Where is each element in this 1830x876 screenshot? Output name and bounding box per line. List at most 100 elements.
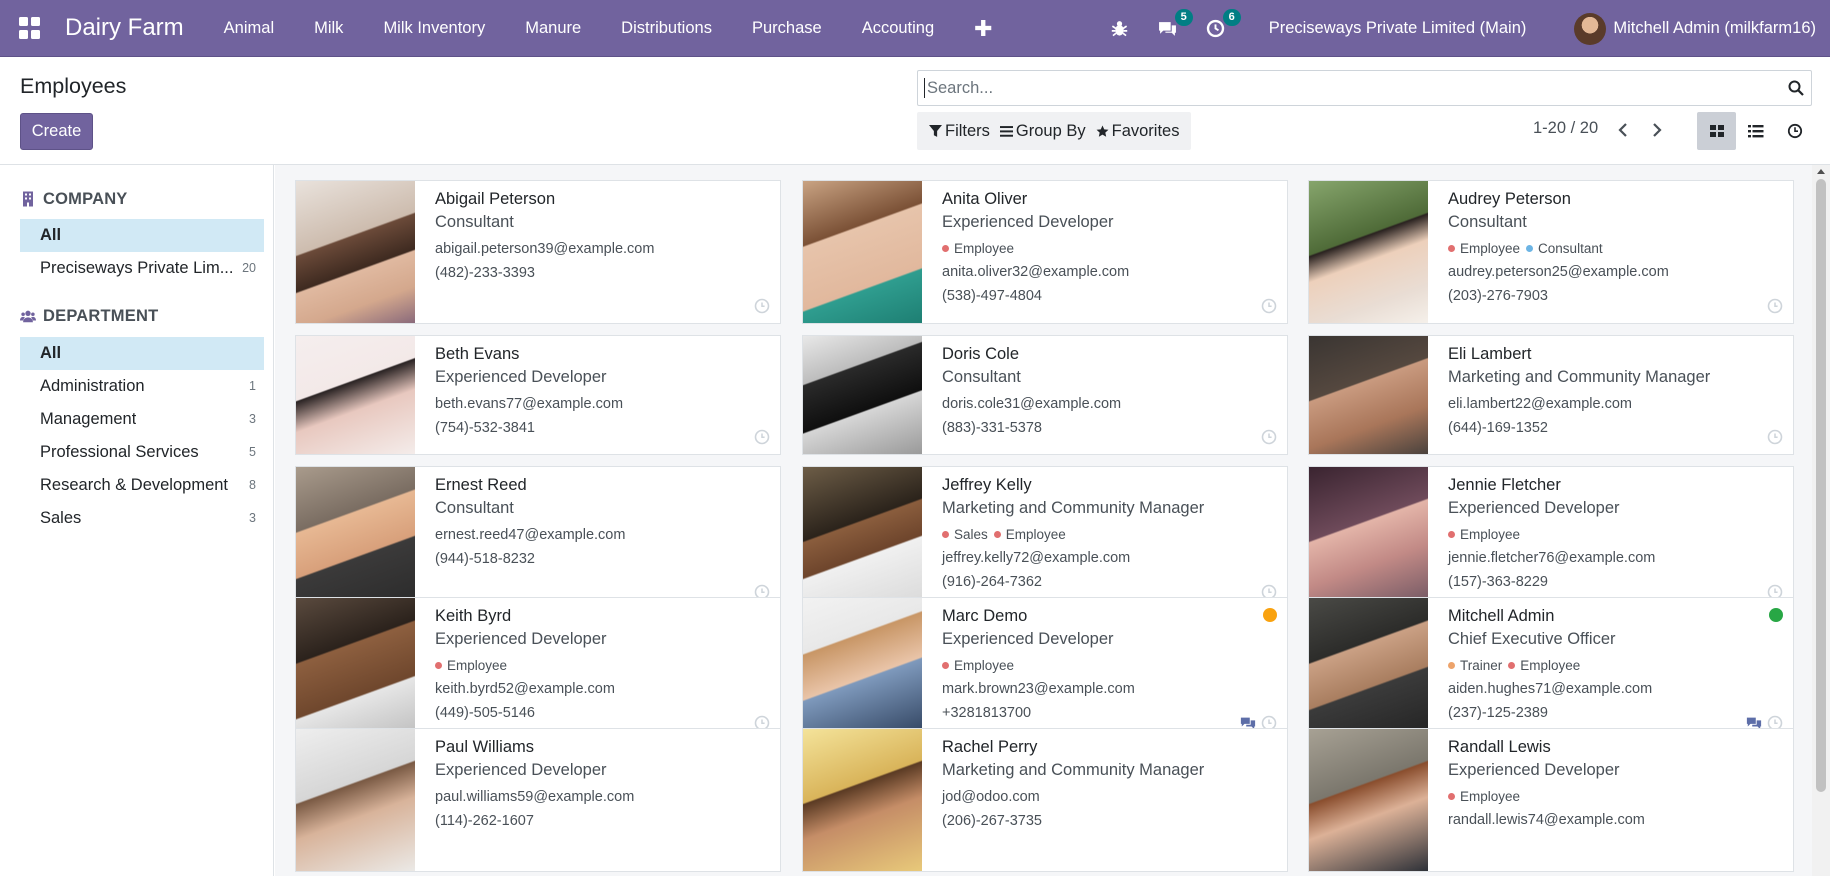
department-filter-administration[interactable]: Administration 1 bbox=[20, 370, 264, 403]
menu-accouting[interactable]: Accouting bbox=[842, 0, 954, 57]
chat-messages-icon[interactable]: 5 bbox=[1157, 8, 1193, 40]
employee-job-title: Consultant bbox=[942, 368, 1021, 386]
users-icon bbox=[20, 310, 36, 323]
employee-tag: Employee bbox=[435, 656, 507, 676]
activity-clock-icon[interactable] bbox=[754, 429, 770, 445]
employee-card[interactable]: Paul Williams Experienced Developer paul.w… bbox=[295, 728, 781, 872]
presence-status-icon bbox=[1263, 608, 1277, 622]
employee-phone: (157)-363-8229 bbox=[1448, 574, 1548, 590]
menu-animal[interactable]: Animal bbox=[204, 0, 294, 57]
user-menu[interactable]: Mitchell Admin (milkfarm16) bbox=[1574, 12, 1816, 45]
employee-card[interactable]: Anita Oliver Experienced Developer Employe… bbox=[802, 180, 1288, 324]
tag-color-dot bbox=[942, 531, 949, 538]
employee-card[interactable]: Audrey Peterson Consultant Employee Consult… bbox=[1308, 180, 1794, 324]
employee-card[interactable]: Jennie Fletcher Experienced Developer Empl… bbox=[1308, 466, 1794, 610]
pager-previous-icon[interactable] bbox=[1613, 119, 1633, 141]
activity-clock-icon[interactable]: 6 bbox=[1205, 8, 1241, 40]
company-filter-label: Preciseways Private Lim... bbox=[40, 259, 234, 277]
tag-color-dot bbox=[1448, 793, 1455, 800]
filters-button[interactable]: Filters bbox=[924, 122, 995, 141]
employee-photo bbox=[803, 181, 922, 323]
department-filter-management[interactable]: Management 3 bbox=[20, 403, 264, 436]
menu-milk[interactable]: Milk bbox=[294, 0, 363, 57]
employee-card[interactable]: Eli Lambert Marketing and Community Manag… bbox=[1308, 335, 1794, 455]
activity-clock-icon[interactable] bbox=[1767, 298, 1783, 314]
menu-purchase[interactable]: Purchase bbox=[732, 0, 842, 57]
employee-name: Keith Byrd bbox=[435, 607, 512, 625]
employee-photo bbox=[296, 598, 415, 740]
department-filter-sales[interactable]: Sales 3 bbox=[20, 502, 264, 535]
favorites-button[interactable]: Favorites bbox=[1091, 122, 1185, 141]
company-filter-count: 20 bbox=[242, 261, 256, 275]
department-filter-label: Administration bbox=[40, 377, 145, 395]
employee-card[interactable]: Randall Lewis Experienced Developer Employ… bbox=[1308, 728, 1794, 872]
employee-photo bbox=[296, 181, 415, 323]
top-navbar: Dairy Farm Animal Milk Milk Inventory Ma… bbox=[0, 0, 1830, 57]
employee-card[interactable]: Beth Evans Experienced Developer beth.evan… bbox=[295, 335, 781, 455]
employee-card[interactable]: Keith Byrd Experienced Developer Employee k… bbox=[295, 597, 781, 741]
activity-clock-icon[interactable] bbox=[754, 298, 770, 314]
employee-tag: Employee bbox=[942, 239, 1014, 259]
department-header-label: DEPARTMENT bbox=[43, 306, 159, 325]
kanban-view-icon[interactable] bbox=[1697, 112, 1736, 150]
scroll-thumb[interactable] bbox=[1816, 179, 1826, 792]
search-panel: COMPANY All Preciseways Private Lim... 20… bbox=[0, 165, 274, 876]
company-filter-all[interactable]: All bbox=[20, 219, 264, 252]
employee-card[interactable]: Marc Demo Experienced Developer Employee ma… bbox=[802, 597, 1288, 741]
employee-card[interactable]: Abigail Peterson Consultant abigail.peters… bbox=[295, 180, 781, 324]
group-by-button[interactable]: Group By bbox=[995, 122, 1091, 141]
activity-clock-icon[interactable] bbox=[1261, 429, 1277, 445]
activity-view-clock-icon[interactable] bbox=[1775, 112, 1814, 150]
debug-bug-icon[interactable] bbox=[1109, 18, 1131, 40]
employee-tag: Trainer bbox=[1448, 656, 1502, 676]
department-filter-count: 3 bbox=[249, 412, 256, 426]
apps-menu-icon[interactable] bbox=[19, 17, 41, 39]
create-button[interactable]: Create bbox=[20, 113, 93, 150]
menu-distributions[interactable]: Distributions bbox=[601, 0, 732, 57]
employee-name: Paul Williams bbox=[435, 738, 535, 756]
search-input[interactable] bbox=[927, 73, 1781, 103]
group-by-label: Group By bbox=[1015, 121, 1086, 140]
company-filter-preciseways[interactable]: Preciseways Private Lim... 20 bbox=[20, 252, 264, 285]
employee-card[interactable]: Rachel Perry Marketing and Community Mana… bbox=[802, 728, 1288, 872]
add-menu-plus-icon[interactable]: ✚ bbox=[954, 0, 1012, 57]
employee-email: ernest.reed47@example.com bbox=[435, 527, 626, 543]
department-filter-professional-services[interactable]: Professional Services 5 bbox=[20, 436, 264, 469]
employee-card[interactable]: Jeffrey Kelly Marketing and Community Man… bbox=[802, 466, 1288, 610]
employee-card[interactable]: Ernest Reed Consultant ernest.reed47@examp… bbox=[295, 466, 781, 610]
activity-clock-icon[interactable] bbox=[1767, 429, 1783, 445]
department-filter-all[interactable]: All bbox=[20, 337, 264, 370]
scroll-up-icon[interactable] bbox=[1817, 169, 1825, 174]
pager-value[interactable]: 1-20 / 20 bbox=[1533, 119, 1598, 138]
company-switcher[interactable]: Preciseways Private Limited (Main) bbox=[1269, 19, 1527, 38]
menu-manure[interactable]: Manure bbox=[505, 0, 601, 57]
list-view-icon[interactable] bbox=[1736, 112, 1775, 150]
employee-email: anita.oliver32@example.com bbox=[942, 264, 1130, 280]
page-title: Employees bbox=[20, 74, 127, 98]
department-filter-label: All bbox=[40, 344, 62, 362]
tag-label: Trainer bbox=[1460, 657, 1503, 673]
employee-photo bbox=[296, 467, 415, 609]
employee-name: Randall Lewis bbox=[1448, 738, 1551, 756]
employee-card[interactable]: Mitchell Admin Chief Executive Officer Tra… bbox=[1308, 597, 1794, 741]
tag-label: Consultant bbox=[1538, 240, 1603, 256]
vertical-scrollbar[interactable] bbox=[1812, 165, 1830, 876]
employee-tag: Employee bbox=[1448, 239, 1520, 259]
search-icon[interactable] bbox=[1781, 73, 1811, 103]
employee-tag: Consultant bbox=[1526, 239, 1603, 259]
menu-milk-inventory[interactable]: Milk Inventory bbox=[363, 0, 505, 57]
filters-label: Filters bbox=[945, 121, 990, 140]
department-filter-research-development[interactable]: Research & Development 8 bbox=[20, 469, 264, 502]
employee-details: Beth Evans Experienced Developer beth.evan… bbox=[435, 344, 766, 438]
pager-next-icon[interactable] bbox=[1647, 119, 1667, 141]
tag-color-dot bbox=[1508, 662, 1516, 669]
employee-photo bbox=[1309, 181, 1428, 323]
employee-job-title: Marketing and Community Manager bbox=[942, 499, 1205, 517]
activity-clock-icon[interactable] bbox=[1261, 298, 1277, 314]
employee-photo bbox=[803, 467, 922, 609]
employee-email: audrey.peterson25@example.com bbox=[1448, 264, 1669, 280]
employee-job-title: Experienced Developer bbox=[435, 761, 607, 779]
employee-card[interactable]: Doris Cole Consultant doris.cole31@example… bbox=[802, 335, 1288, 455]
app-brand[interactable]: Dairy Farm bbox=[65, 14, 184, 42]
employee-phone: (206)-267-3735 bbox=[942, 813, 1042, 829]
